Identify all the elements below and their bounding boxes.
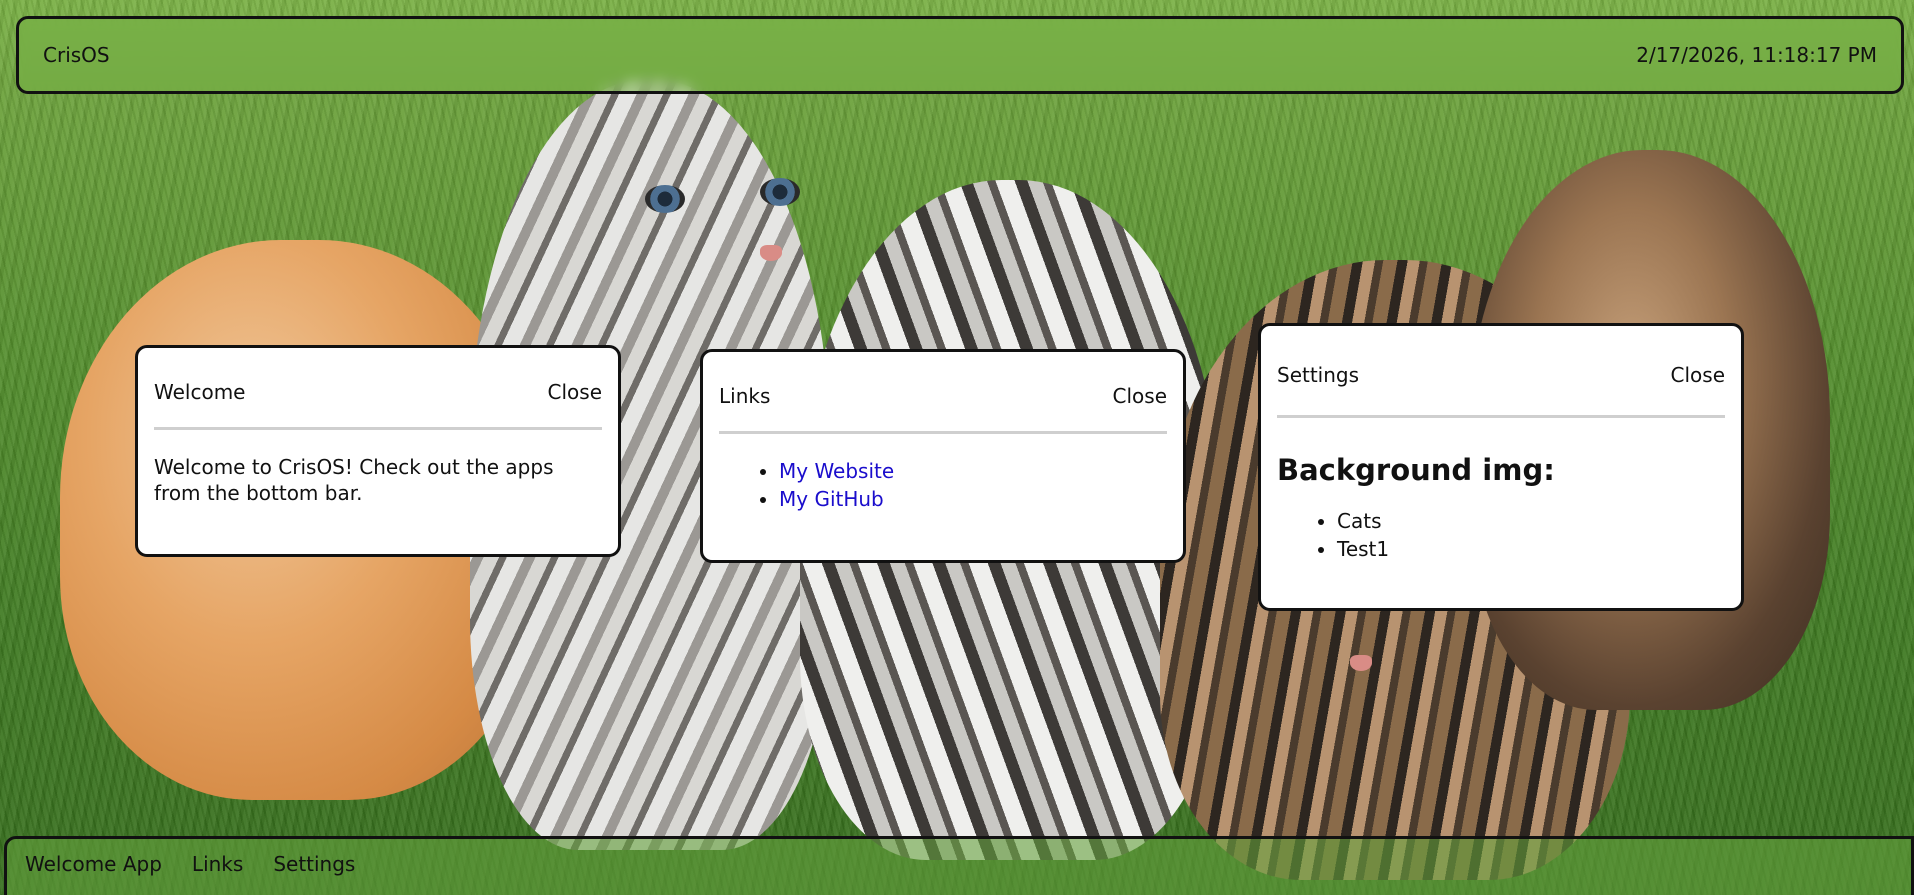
list-item: My GitHub	[779, 486, 1167, 512]
window-title: Links	[719, 383, 771, 408]
links-window: Links Close My Website My GitHub	[700, 349, 1186, 563]
taskbar-settings[interactable]: Settings	[273, 852, 355, 876]
top-bar: CrisOS 2/17/2026, 11:18:17 PM	[16, 16, 1904, 94]
background-option-test1[interactable]: Test1	[1337, 536, 1725, 562]
settings-window: Settings Close Background img: Cats Test…	[1258, 323, 1744, 611]
kitten-nose	[1350, 655, 1372, 671]
window-header[interactable]: Welcome Close	[154, 348, 602, 430]
os-name: CrisOS	[43, 43, 110, 67]
list-item: My Website	[779, 458, 1167, 484]
window-title: Welcome	[154, 379, 246, 404]
close-button[interactable]: Close	[1113, 384, 1167, 408]
window-body: Welcome to CrisOS! Check out the apps fr…	[154, 430, 602, 506]
welcome-message: Welcome to CrisOS! Check out the apps fr…	[154, 455, 554, 505]
taskbar-welcome-app[interactable]: Welcome App	[25, 852, 162, 876]
links-list: My Website My GitHub	[719, 458, 1167, 512]
window-header[interactable]: Links Close	[719, 352, 1167, 434]
welcome-window: Welcome Close Welcome to CrisOS! Check o…	[135, 345, 621, 557]
background-option-cats[interactable]: Cats	[1337, 508, 1725, 534]
close-button[interactable]: Close	[548, 380, 602, 404]
kitten-eye	[645, 185, 685, 213]
my-github-link[interactable]: My GitHub	[779, 487, 884, 511]
taskbar: Welcome App Links Settings	[4, 836, 1914, 895]
kitten-nose	[760, 245, 782, 261]
window-body: Background img: Cats Test1	[1277, 418, 1725, 562]
background-options-list: Cats Test1	[1277, 508, 1725, 562]
background-img-heading: Background img:	[1277, 453, 1555, 487]
window-title: Settings	[1277, 362, 1360, 387]
window-header[interactable]: Settings Close	[1277, 326, 1725, 418]
my-website-link[interactable]: My Website	[779, 459, 894, 483]
close-button[interactable]: Close	[1671, 363, 1725, 387]
window-body: My Website My GitHub	[719, 434, 1167, 512]
clock: 2/17/2026, 11:18:17 PM	[1636, 43, 1877, 67]
kitten-eye	[760, 178, 800, 206]
taskbar-links[interactable]: Links	[192, 852, 243, 876]
